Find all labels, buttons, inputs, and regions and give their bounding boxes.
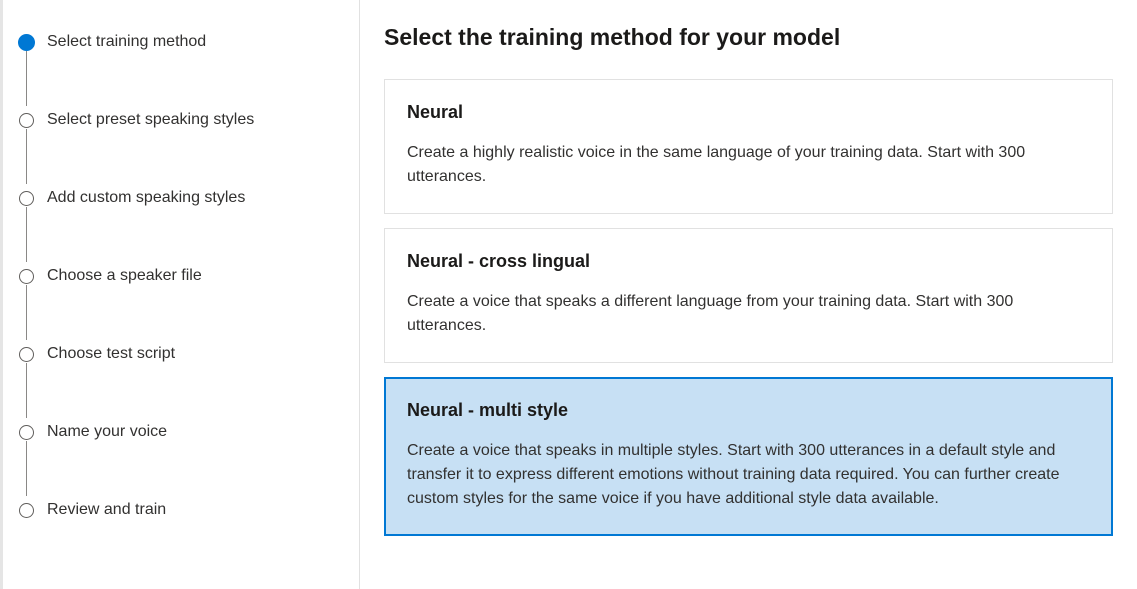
- option-title: Neural - multi style: [407, 400, 1090, 421]
- step-label: Select training method: [47, 33, 206, 51]
- step-label: Name your voice: [47, 423, 167, 441]
- step-indicator-icon: [19, 503, 34, 518]
- step-label: Select preset speaking styles: [47, 111, 254, 129]
- option-description: Create a voice that speaks a different l…: [407, 290, 1090, 338]
- step-select-training-method[interactable]: Select training method: [19, 27, 339, 57]
- option-description: Create a voice that speaks in multiple s…: [407, 439, 1090, 511]
- step-name-your-voice[interactable]: Name your voice: [19, 417, 339, 447]
- step-connector: [26, 441, 27, 496]
- option-title: Neural - cross lingual: [407, 251, 1090, 272]
- step-choose-a-speaker-file[interactable]: Choose a speaker file: [19, 261, 339, 291]
- step-connector: [26, 363, 27, 418]
- step-indicator-active-icon: [18, 34, 35, 51]
- step-connector: [26, 129, 27, 184]
- main-content: Select the training method for your mode…: [360, 0, 1137, 589]
- step-review-and-train[interactable]: Review and train: [19, 495, 339, 525]
- step-label: Choose test script: [47, 345, 175, 363]
- step-connector: [26, 207, 27, 262]
- page-title: Select the training method for your mode…: [384, 24, 1113, 51]
- step-indicator-icon: [19, 269, 34, 284]
- training-option-neural-cross-lingual[interactable]: Neural - cross lingual Create a voice th…: [384, 228, 1113, 363]
- wizard-steps-sidebar: Select training method Select preset spe…: [3, 0, 360, 589]
- step-label: Review and train: [47, 501, 166, 519]
- step-choose-test-script[interactable]: Choose test script: [19, 339, 339, 369]
- step-add-custom-speaking-styles[interactable]: Add custom speaking styles: [19, 183, 339, 213]
- step-indicator-icon: [19, 425, 34, 440]
- step-label: Add custom speaking styles: [47, 189, 245, 207]
- step-indicator-icon: [19, 113, 34, 128]
- step-connector: [26, 51, 27, 106]
- step-label: Choose a speaker file: [47, 267, 202, 285]
- step-select-preset-speaking-styles[interactable]: Select preset speaking styles: [19, 105, 339, 135]
- training-option-neural[interactable]: Neural Create a highly realistic voice i…: [384, 79, 1113, 214]
- step-connector: [26, 285, 27, 340]
- training-option-neural-multi-style[interactable]: Neural - multi style Create a voice that…: [384, 377, 1113, 536]
- option-description: Create a highly realistic voice in the s…: [407, 141, 1090, 189]
- step-indicator-icon: [19, 347, 34, 362]
- step-indicator-icon: [19, 191, 34, 206]
- option-title: Neural: [407, 102, 1090, 123]
- step-list: Select training method Select preset spe…: [19, 27, 339, 525]
